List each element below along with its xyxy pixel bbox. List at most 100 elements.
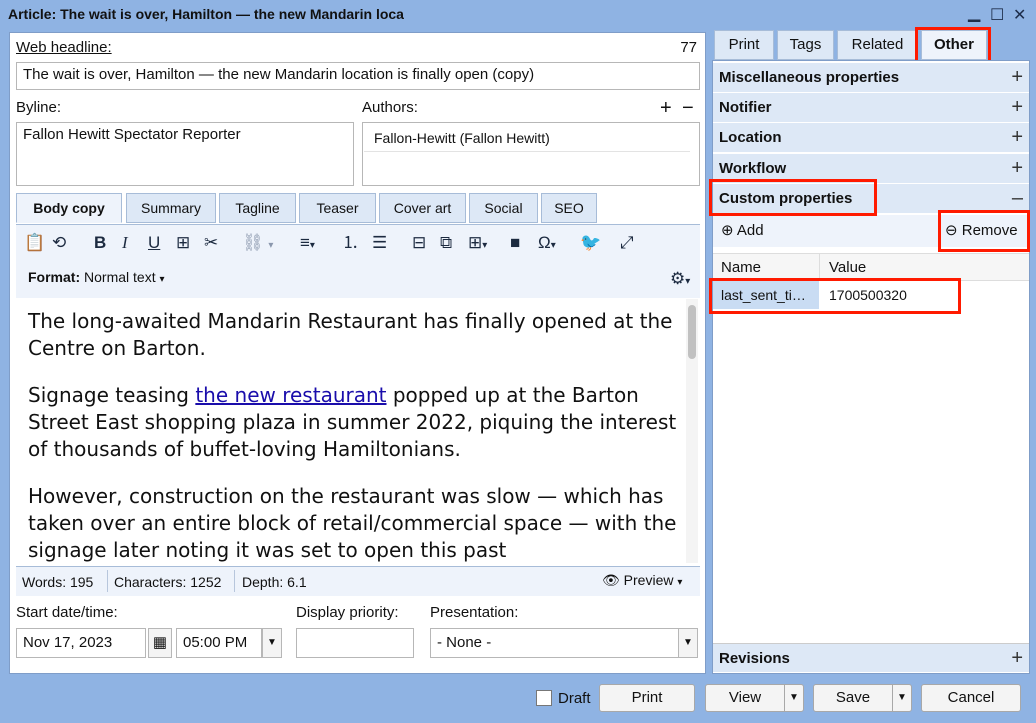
body-paragraph: The long-awaited Mandarin Restaurant has… <box>28 309 673 360</box>
divider <box>819 254 820 281</box>
align-icon[interactable]: ≡▾ <box>300 233 315 256</box>
format-selector[interactable]: Format: Normal text ▾ <box>28 269 165 285</box>
calendar-icon[interactable]: ▦ <box>148 628 172 658</box>
byline-label: Byline: <box>16 99 62 116</box>
tab-seo[interactable]: SEO <box>541 193 597 223</box>
preview-button[interactable]: 👁 Preview ▾ <box>602 572 682 589</box>
table-icon[interactable]: ⊞▾ <box>468 233 487 256</box>
chevron-down-icon: ▾ <box>159 274 165 285</box>
editor-toolbar: 📋 ⟲ B I U ⊞ ✂ ⛓ ▾ ≡▾ ⒈ ☰ ⊟ ⧉ ⊞▾ ■ Ω▾ 🐦 ⤢… <box>16 224 700 298</box>
editor-scrollbar[interactable] <box>686 299 698 563</box>
paste-icon[interactable]: 📋 <box>24 233 45 253</box>
add-property-button[interactable]: ⊕ Add <box>721 221 764 239</box>
headline-input[interactable]: The wait is over, Hamilton — the new Man… <box>16 62 700 90</box>
tab-body-copy[interactable]: Body copy <box>16 193 122 223</box>
draft-checkbox[interactable] <box>536 690 552 706</box>
display-priority-input[interactable] <box>296 628 414 658</box>
section-title: Notifier <box>719 99 772 116</box>
numbered-list-icon[interactable]: ⒈ <box>342 233 359 253</box>
highlight-box <box>709 278 961 314</box>
start-date-input[interactable]: Nov 17, 2023 <box>16 628 146 658</box>
depth-value: Depth: 6.1 <box>242 574 307 590</box>
underline-icon[interactable]: U <box>148 233 160 253</box>
display-priority-label: Display priority: <box>296 604 399 621</box>
authors-label: Authors: <box>362 99 418 116</box>
section-location[interactable]: Location + <box>713 123 1029 153</box>
italic-icon[interactable]: I <box>122 233 128 253</box>
tab-related[interactable]: Related <box>837 30 918 60</box>
start-datetime-label: Start date/time: <box>16 604 118 621</box>
collapse-icon: – <box>1011 187 1023 209</box>
bold-icon[interactable]: B <box>94 233 106 253</box>
video-icon[interactable]: ■ <box>510 233 520 253</box>
format-label: Format: <box>28 269 81 285</box>
highlight-box <box>709 179 877 216</box>
section-notifier[interactable]: Notifier + <box>713 93 1029 123</box>
editor-status-bar: Words: 195 Characters: 1252 Depth: 6.1 👁… <box>16 566 700 596</box>
character-count: Characters: 1252 <box>114 574 222 590</box>
omega-icon[interactable]: Ω▾ <box>538 233 556 256</box>
save-button[interactable]: Save <box>813 684 893 712</box>
minimize-icon[interactable]: ▁ <box>968 3 980 23</box>
body-paragraph: Signage teasing the new restaurant poppe… <box>28 382 683 463</box>
link-icon[interactable]: ⛓ ▾ <box>242 233 273 256</box>
view-button[interactable]: View <box>705 684 785 712</box>
title-bar: Article: The wait is over, Hamilton — th… <box>0 0 1036 30</box>
fullscreen-icon[interactable]: ⤢ <box>620 233 634 253</box>
tab-summary[interactable]: Summary <box>126 193 216 223</box>
presentation-select[interactable]: - None - <box>430 628 698 658</box>
twitter-icon[interactable]: 🐦 <box>580 233 601 253</box>
remove-author-button[interactable]: − <box>682 97 694 120</box>
view-dropdown-icon[interactable]: ▼ <box>784 684 804 712</box>
format-value: Normal text <box>84 269 156 285</box>
draft-label: Draft <box>558 690 591 707</box>
bulleted-list-icon[interactable]: ☰ <box>372 233 387 253</box>
expand-icon: + <box>1011 157 1023 179</box>
body-text: Signage teasing <box>28 383 196 407</box>
tab-print[interactable]: Print <box>714 30 774 60</box>
cut-icon[interactable]: ✂ <box>204 233 218 253</box>
save-dropdown-icon[interactable]: ▼ <box>892 684 912 712</box>
start-time-input[interactable]: 05:00 PM <box>176 628 262 658</box>
expand-icon: + <box>1011 126 1023 148</box>
restaurant-link[interactable]: the new restaurant <box>195 383 386 407</box>
time-dropdown-icon[interactable]: ▼ <box>262 628 282 658</box>
plus-circle-icon: ⊕ <box>721 222 734 239</box>
cancel-button[interactable]: Cancel <box>921 684 1021 712</box>
author-item[interactable]: Fallon-Hewitt (Fallon Hewitt) <box>364 124 690 152</box>
byline-input[interactable]: Fallon Hewitt Spectator Reporter <box>16 122 354 186</box>
body-copy-editor[interactable]: The long-awaited Mandarin Restaurant has… <box>16 298 695 563</box>
print-button[interactable]: Print <box>599 684 695 712</box>
headline-label: Web headline: <box>16 39 112 56</box>
horizontal-rule-icon[interactable]: ⊟ <box>412 233 426 253</box>
page-break-icon[interactable]: ⧉ <box>440 233 452 253</box>
tab-cover-art[interactable]: Cover art <box>379 193 466 223</box>
section-title: Revisions <box>719 650 790 667</box>
close-icon[interactable]: ✕ <box>1013 5 1026 25</box>
scrollbar-thumb[interactable] <box>688 305 696 359</box>
word-count: Words: 195 <box>22 574 94 590</box>
tab-social[interactable]: Social <box>469 193 538 223</box>
properties-panel: Miscellaneous properties + Notifier + Loca… <box>712 60 1030 674</box>
presentation-label: Presentation: <box>430 604 519 621</box>
tab-teaser[interactable]: Teaser <box>299 193 376 223</box>
tab-tagline[interactable]: Tagline <box>219 193 296 223</box>
presentation-dropdown-icon[interactable]: ▼ <box>678 629 697 657</box>
section-misc-properties[interactable]: Miscellaneous properties + <box>713 63 1029 93</box>
maximize-icon[interactable]: ☐ <box>990 5 1004 25</box>
eye-icon: 👁 <box>602 572 620 588</box>
editor-tabs: Body copy Summary Tagline Teaser Cover a… <box>16 193 700 225</box>
find-replace-icon[interactable]: ⟲ <box>52 233 66 253</box>
window-title: Article: The wait is over, Hamilton — th… <box>8 6 404 22</box>
body-paragraph: However, construction on the restaurant … <box>28 484 677 562</box>
insert-special-icon[interactable]: ⊞ <box>176 233 190 253</box>
expand-icon: + <box>1011 647 1023 669</box>
authors-list: Fallon-Hewitt (Fallon Hewitt) <box>362 122 700 186</box>
add-author-button[interactable]: + <box>660 97 672 120</box>
tab-tags[interactable]: Tags <box>777 30 834 60</box>
settings-gear-icon[interactable]: ⚙▾ <box>670 269 690 292</box>
column-name: Name <box>721 259 762 276</box>
section-title: Location <box>719 129 782 146</box>
article-editor-panel: Web headline: 77 The wait is over, Hamil… <box>9 32 706 674</box>
section-revisions[interactable]: Revisions + <box>713 643 1029 673</box>
